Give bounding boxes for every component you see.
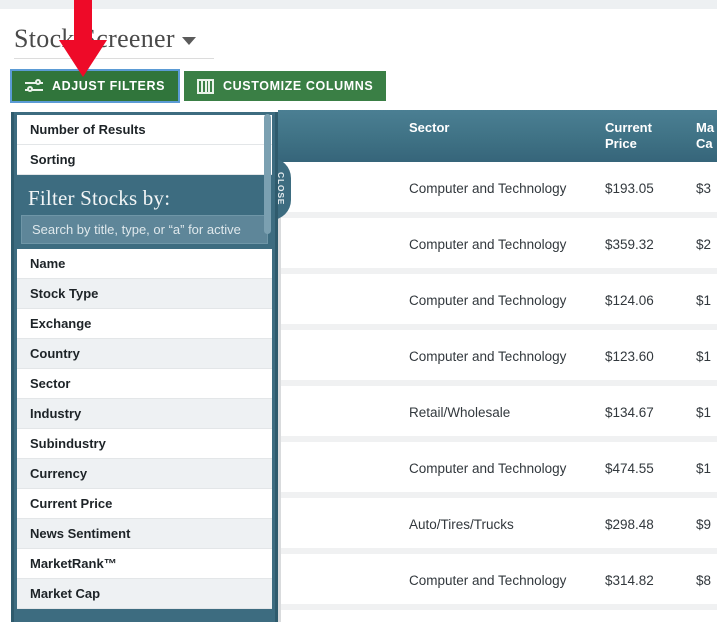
cell-current-price: $193.05 <box>605 181 654 196</box>
filter-item-news-sentiment[interactable]: News Sentiment <box>17 519 272 549</box>
column-header-market-cap-line1: Ma <box>696 120 717 136</box>
sidebar-item-label: Sorting <box>30 152 76 167</box>
title-divider <box>14 58 214 59</box>
table-row[interactable]: Computer and Technology $193.05 $3 <box>278 162 717 218</box>
toolbar: ADJUST FILTERS CUSTOMIZE COLUMNS <box>12 71 386 101</box>
filter-item-stock-type[interactable]: Stock Type <box>17 279 272 309</box>
column-header-current-price[interactable]: Current Price <box>605 120 667 152</box>
filter-item-label: Exchange <box>30 316 91 331</box>
sidebar-item-sorting[interactable]: Sorting <box>17 145 272 175</box>
column-header-market-cap-line2: Ca <box>696 136 717 152</box>
cell-sector: Retail/Wholesale <box>409 405 510 420</box>
cell-current-price: $124.06 <box>605 293 654 308</box>
cell-market-cap: $1 <box>696 405 711 420</box>
table-header-row: Sector Current Price Ma Ca <box>278 110 717 162</box>
sidebar-top-items: Number of Results Sorting <box>17 115 272 175</box>
cell-current-price: $314.82 <box>605 573 654 588</box>
cell-current-price: $359.32 <box>605 237 654 252</box>
table-left-divider <box>278 162 281 622</box>
filter-item-label: MarketRank™ <box>30 556 117 571</box>
filter-item-label: Market Cap <box>30 586 100 601</box>
table-row[interactable]: Computer and Technology $314.82 $8 <box>278 554 717 610</box>
filter-item-currency[interactable]: Currency <box>17 459 272 489</box>
filter-item-industry[interactable]: Industry <box>17 399 272 429</box>
cell-sector: Computer and Technology <box>409 349 566 364</box>
filter-item-label: Currency <box>30 466 87 481</box>
filter-item-name[interactable]: Name <box>17 249 272 279</box>
column-header-sector[interactable]: Sector <box>409 120 579 136</box>
filter-item-country[interactable]: Country <box>17 339 272 369</box>
cell-sector: Computer and Technology <box>409 181 566 196</box>
sidebar-item-label: Number of Results <box>30 122 146 137</box>
filter-item-sector[interactable]: Sector <box>17 369 272 399</box>
column-header-market-cap[interactable]: Ma Ca <box>696 120 717 152</box>
cell-market-cap: $3 <box>696 181 711 196</box>
cell-sector: Auto/Tires/Trucks <box>409 517 514 532</box>
cell-current-price: $134.67 <box>605 405 654 420</box>
customize-columns-label: CUSTOMIZE COLUMNS <box>223 79 373 93</box>
filter-item-label: Current Price <box>30 496 112 511</box>
cell-market-cap: $1 <box>696 349 711 364</box>
top-strip <box>0 0 717 9</box>
cell-market-cap: $1 <box>696 293 711 308</box>
table-row[interactable]: Retail/Wholesale $134.67 $1 <box>278 386 717 442</box>
filter-item-label: Name <box>30 256 65 271</box>
filter-item-marketrank[interactable]: MarketRank™ <box>17 549 272 579</box>
table-row[interactable] <box>278 610 717 620</box>
filter-item-subindustry[interactable]: Subindustry <box>17 429 272 459</box>
filter-item-label: Subindustry <box>30 436 106 451</box>
cell-sector: Computer and Technology <box>409 293 566 308</box>
sliders-icon <box>25 79 43 93</box>
filter-item-list: Name Stock Type Exchange Country Sector Indus… <box>17 249 272 609</box>
sidebar-item-number-of-results[interactable]: Number of Results <box>17 115 272 145</box>
filter-item-exchange[interactable]: Exchange <box>17 309 272 339</box>
filter-item-label: News Sentiment <box>30 526 130 541</box>
table-row[interactable]: Computer and Technology $474.55 $1 <box>278 442 717 498</box>
column-header-current-price-line2: Price <box>605 136 667 152</box>
filter-section-title: Filter Stocks by: <box>17 181 272 215</box>
cell-sector: Computer and Technology <box>409 573 566 588</box>
results-table: Sector Current Price Ma Ca Computer and … <box>278 110 717 622</box>
table-row[interactable]: Computer and Technology $124.06 $1 <box>278 274 717 330</box>
table-body: Computer and Technology$193.05$3Computer… <box>278 162 717 620</box>
filter-item-market-cap[interactable]: Market Cap <box>17 579 272 609</box>
cell-sector: Computer and Technology <box>409 237 566 252</box>
filter-search-input[interactable]: Search by title, type, or “a” for active <box>21 215 268 244</box>
table-row[interactable]: Computer and Technology $123.60 $1 <box>278 330 717 386</box>
cell-current-price: $298.48 <box>605 517 654 532</box>
adjust-filters-label: ADJUST FILTERS <box>52 79 165 93</box>
cell-sector: Computer and Technology <box>409 461 566 476</box>
cell-market-cap: $1 <box>696 461 711 476</box>
table-row[interactable]: Auto/Tires/Trucks $298.48 $9 <box>278 498 717 554</box>
page-title-bar: Stock Screener <box>0 24 460 60</box>
filter-search-placeholder: Search by title, type, or “a” for active <box>32 222 241 237</box>
filter-item-label: Stock Type <box>30 286 98 301</box>
table-row[interactable]: Computer and Technology $359.32 $2 <box>278 218 717 274</box>
cell-market-cap: $2 <box>696 237 711 252</box>
customize-columns-button[interactable]: CUSTOMIZE COLUMNS <box>184 71 386 101</box>
chevron-down-icon[interactable] <box>182 37 196 45</box>
filter-item-current-price[interactable]: Current Price <box>17 489 272 519</box>
filter-sidebar: Number of Results Sorting Filter Stocks b… <box>11 112 278 622</box>
stock-screener-page: Stock Screener ADJUST FILTERS CUSTOMIZE … <box>0 0 717 622</box>
cell-market-cap: $9 <box>696 517 711 532</box>
cell-current-price: $474.55 <box>605 461 654 476</box>
adjust-filters-button[interactable]: ADJUST FILTERS <box>12 71 178 101</box>
columns-icon <box>197 79 214 94</box>
page-title: Stock Screener <box>14 24 175 54</box>
filter-item-label: Sector <box>30 376 70 391</box>
column-header-current-price-line1: Current <box>605 120 667 136</box>
filter-item-label: Country <box>30 346 80 361</box>
cell-market-cap: $8 <box>696 573 711 588</box>
sidebar-scrollbar[interactable] <box>264 114 271 234</box>
cell-current-price: $123.60 <box>605 349 654 364</box>
filter-item-label: Industry <box>30 406 81 421</box>
